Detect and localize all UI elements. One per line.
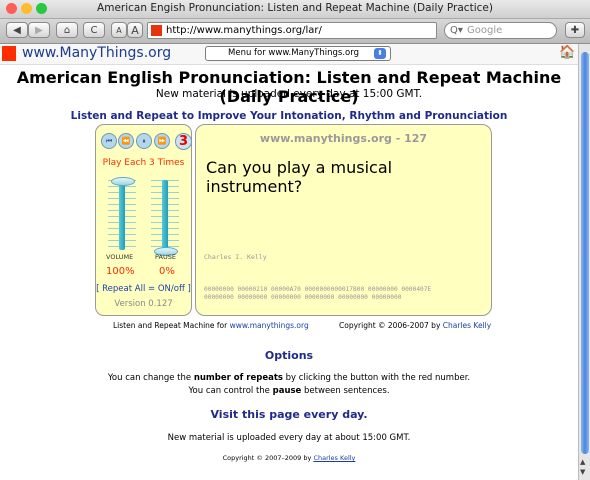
repeat-count-button[interactable]: 3: [175, 133, 192, 150]
volume-slider[interactable]: [119, 180, 125, 250]
vertical-scrollbar[interactable]: ▲ ▼: [578, 44, 590, 480]
pause-value: 0%: [159, 266, 175, 277]
address-bar[interactable]: http://www.manythings.org/lar/: [147, 22, 577, 39]
options-bold-text: number of repeats: [193, 373, 283, 383]
play-each-label: Play Each 3 Times: [102, 158, 185, 168]
options-bold-text: pause: [272, 386, 302, 396]
sentence-panel: www.manythings.org - 127 Can you play a …: [195, 124, 492, 316]
site-logo-square[interactable]: [2, 46, 16, 61]
select-arrows-icon: ⬍: [374, 48, 386, 59]
pause-slider[interactable]: [162, 180, 168, 250]
volume-slider-knob[interactable]: [111, 177, 135, 186]
visit-daily-heading: Visit this page every day.: [210, 408, 368, 421]
reload-button[interactable]: C: [83, 22, 105, 38]
text-larger-button[interactable]: A: [127, 22, 143, 38]
search-field[interactable]: Q▾ Google: [444, 22, 557, 39]
fast-forward-button[interactable]: ⏩: [154, 133, 170, 149]
footer-copyright: Copyright © 2007–2009 by Charles Kelly: [0, 454, 578, 462]
url-text: http://www.manythings.org/lar/: [166, 25, 322, 36]
site-favicon: [151, 25, 162, 36]
charles-kelly-link[interactable]: Charles Kelly: [443, 321, 491, 330]
options-pause-text: You can control the pause between senten…: [0, 386, 578, 396]
site-menu-select[interactable]: Menu for www.ManyThings.org ⬍: [205, 46, 391, 61]
machine-credit: Listen and Repeat Machine for www.manyth…: [113, 321, 309, 330]
hex-line: 00000000 00000210 00000A70 0000000000017…: [204, 286, 432, 293]
page-title: American English Pronunciation: Listen a…: [16, 68, 562, 106]
skip-back-button[interactable]: ⏮: [101, 133, 117, 149]
site-home-icon[interactable]: 🏠: [559, 45, 575, 60]
volume-label: VOLUME: [106, 253, 134, 261]
window-title: American Engish Pronunciation: Listen an…: [97, 2, 493, 14]
home-button[interactable]: ⌂: [56, 22, 78, 38]
hex-line: 00000000 00000000 00000000 00000000 0000…: [204, 294, 402, 301]
options-repeats-text: You can change the number of repeats by …: [0, 373, 578, 383]
author-credit: Charles I. Kelly: [204, 253, 267, 261]
text-smaller-button[interactable]: A: [111, 22, 127, 38]
repeat-all-toggle[interactable]: [ Repeat All = ON/off ]: [96, 284, 191, 294]
options-text: You can control the: [188, 386, 273, 396]
scroll-up-arrow-icon[interactable]: ▲: [580, 458, 585, 466]
copyright-text: Copyright © 2006-2007 by: [339, 321, 443, 330]
home-icon: ⌂: [63, 25, 71, 36]
search-placeholder: Google: [467, 25, 503, 36]
scroll-down-arrow-icon[interactable]: ▼: [580, 468, 585, 476]
section-heading: Listen and Repeat to Improve Your Intona…: [70, 110, 508, 122]
player-control-panel: ⏮ ⏪ ⏸ ⏩ 3 Play Each 3 Times VOLUME PAUSE…: [95, 124, 192, 316]
options-text: by clicking the button with the red numb…: [282, 373, 471, 383]
site-menu-label: Menu for www.ManyThings.org: [228, 48, 359, 58]
bookmark-button[interactable]: ✚: [565, 22, 585, 38]
machine-copyright: Copyright © 2006-2007 by Charles Kelly: [339, 321, 491, 330]
options-heading: Options: [264, 349, 314, 362]
volume-value: 100%: [106, 266, 135, 277]
manythings-link[interactable]: www.manythings.org: [230, 321, 309, 330]
reload-icon: C: [90, 25, 98, 36]
window-titlebar: American Engish Pronunciation: Listen an…: [0, 0, 590, 19]
browser-toolbar: ◀ ▶ ⌂ C A A http://www.manythings.org/la…: [0, 19, 590, 44]
pause-button[interactable]: ⏸: [136, 133, 152, 149]
footer-copyright-text: Copyright © 2007–2009 by: [222, 454, 314, 462]
page-subtitle: New material is uploaded every day at 15…: [155, 88, 423, 100]
site-header-bar: www.ManyThings.org Menu for www.ManyThin…: [0, 44, 578, 65]
pause-label: PAUSE: [155, 253, 176, 261]
site-name-link[interactable]: www.ManyThings.org: [22, 45, 171, 61]
rewind-button[interactable]: ⏪: [118, 133, 134, 149]
footer-charles-kelly-link[interactable]: Charles Kelly: [313, 454, 355, 462]
scrollbar-thumb[interactable]: [581, 52, 589, 454]
practice-sentence: Can you play a musical instrument?: [206, 158, 393, 196]
lesson-number: www.manythings.org - 127: [259, 132, 428, 145]
version-label: Version 0.127: [114, 299, 173, 309]
machine-credit-text: Listen and Repeat Machine for: [113, 321, 230, 330]
back-button[interactable]: ◀: [6, 22, 28, 38]
hex-readout: 00000000 00000210 00000A70 0000000000017…: [204, 286, 489, 302]
options-text: between sentences.: [301, 386, 390, 396]
upload-note: New material is uploaded every day at ab…: [167, 433, 411, 443]
forward-button[interactable]: ▶: [28, 22, 50, 38]
bookmark-icon: ✚: [570, 25, 580, 36]
search-icon: Q▾: [450, 25, 463, 36]
options-text: You can change the: [107, 373, 194, 383]
